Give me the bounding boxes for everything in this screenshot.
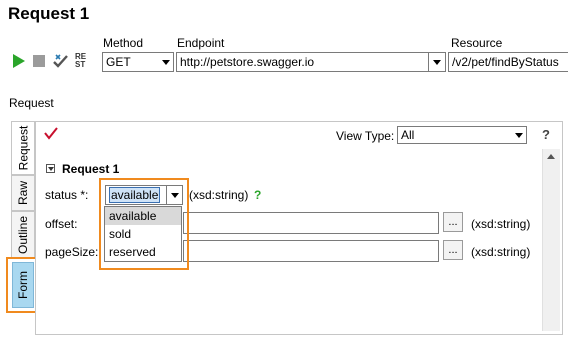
offset-label: offset: [45,217,78,231]
tab-outline[interactable]: Outline [11,211,35,259]
group-title: Request 1 [62,162,120,176]
method-value: GET [106,55,131,69]
status-type: (xsd:string) [189,188,249,202]
endpoint-value: http://petstore.swagger.io [180,55,315,69]
stop-icon[interactable] [33,55,45,67]
chevron-down-icon[interactable] [428,53,445,71]
chevron-down-icon[interactable] [158,53,173,71]
tab-request-label: Request [16,125,31,171]
resource-label: Resource [451,36,503,50]
help-icon[interactable]: ? [542,127,550,142]
collapse-icon[interactable] [46,164,55,173]
endpoint-input[interactable]: http://petstore.swagger.io [176,52,446,72]
tab-raw-label: Raw [16,180,31,206]
pagesize-type: (xsd:string) [471,245,531,259]
view-type-select[interactable]: All [397,126,527,144]
section-label: Request [9,96,54,110]
pagesize-browse-button[interactable]: ... [443,240,463,260]
status-label: status *: [45,188,89,202]
offset-input[interactable] [183,212,439,234]
scrollbar[interactable] [542,149,560,331]
page-title: Request 1 [8,4,90,23]
endpoint-label: Endpoint [177,36,225,50]
status-dropdown-highlight [99,178,189,270]
reset-button[interactable]: RE ST [75,53,89,71]
tab-request[interactable]: Request [11,121,35,175]
chevron-down-icon[interactable] [512,127,526,143]
new-check-icon[interactable] [52,53,70,69]
reset-label-bottom: ST [75,60,86,69]
tab-raw[interactable]: Raw [11,175,35,211]
resource-value: /v2/pet/findByStatus [452,55,559,69]
pagesize-input[interactable] [183,240,439,262]
view-type-value: All [401,128,415,142]
method-label: Method [103,36,144,50]
scroll-up-icon[interactable] [547,154,555,159]
validate-check-icon[interactable] [44,126,58,140]
offset-type: (xsd:string) [471,217,531,231]
tab-outline-label: Outline [16,215,30,255]
play-icon[interactable] [12,54,26,68]
pagesize-label: pageSize: [45,245,99,259]
resource-input[interactable]: /v2/pet/findByStatus [448,52,568,72]
status-hint-icon[interactable]: ? [254,188,261,202]
view-type-label: View Type: [336,129,395,143]
offset-browse-button[interactable]: ... [443,212,463,232]
